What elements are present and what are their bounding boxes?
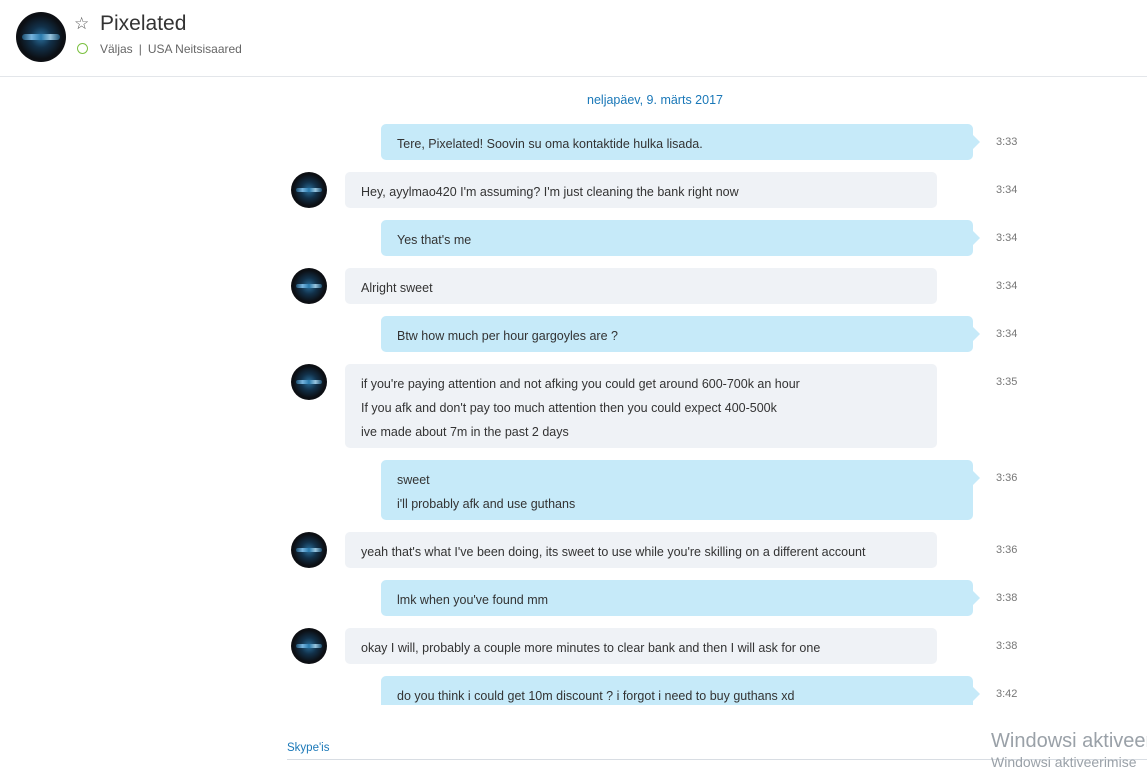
outgoing-message-bubble[interactable]: Yes that's me xyxy=(381,220,980,256)
message-timestamp: 3:38 xyxy=(996,640,1018,652)
outgoing-message-bubble[interactable]: lmk when you've found mm xyxy=(381,580,980,616)
outgoing-message-bubble[interactable]: Tere, Pixelated! Soovin su oma kontaktid… xyxy=(381,124,980,160)
message-timestamp: 3:34 xyxy=(996,184,1018,196)
sender-avatar[interactable] xyxy=(291,532,327,568)
incoming-message-bubble[interactable]: okay I will, probably a couple more minu… xyxy=(345,628,937,664)
message-row: okay I will, probably a couple more minu… xyxy=(0,628,1147,664)
message-text: okay I will, probably a couple more minu… xyxy=(361,641,821,655)
message-text: yeah that's what I've been doing, its sw… xyxy=(361,545,866,559)
message-text: do you think i could get 10m discount ? … xyxy=(397,689,795,703)
skype-link[interactable]: Skype'is xyxy=(287,742,329,754)
message-timestamp: 3:33 xyxy=(996,136,1018,148)
message-timestamp: 3:34 xyxy=(996,328,1018,340)
message-row: Alright sweet 3:34 xyxy=(0,268,1147,304)
sender-avatar[interactable] xyxy=(291,628,327,664)
message-timestamp: 3:34 xyxy=(996,232,1018,244)
message-timestamp: 3:36 xyxy=(996,544,1018,556)
message-row: Btw how much per hour gargoyles are ? 3:3… xyxy=(0,316,1147,352)
message-timestamp: 3:38 xyxy=(996,592,1018,604)
message-row: Yes that's me 3:34 xyxy=(0,220,1147,256)
message-text: Tere, Pixelated! Soovin su oma kontaktid… xyxy=(397,137,703,151)
incoming-message-bubble[interactable]: Hey, ayylmao420 I'm assuming? I'm just c… xyxy=(345,172,937,208)
outgoing-message-bubble[interactable]: do you think i could get 10m discount ? … xyxy=(381,676,980,705)
date-separator: neljapäev, 9. märts 2017 xyxy=(587,93,723,107)
sender-avatar[interactable] xyxy=(291,268,327,304)
message-timestamp: 3:35 xyxy=(996,376,1018,388)
message-text: lmk when you've found mm xyxy=(397,593,549,607)
message-row: sweet i'll probably afk and use guthans 3:… xyxy=(0,460,1147,520)
message-row: Hey, ayylmao420 I'm assuming? I'm just c… xyxy=(0,172,1147,208)
windows-activation-watermark: Windowsi aktiveer Windowsi aktiveerimise xyxy=(991,729,1147,771)
message-text: Yes that's me xyxy=(397,233,472,247)
incoming-message-bubble[interactable]: Alright sweet xyxy=(345,268,937,304)
sender-avatar[interactable] xyxy=(291,364,327,400)
message-text: Btw how much per hour gargoyles are ? xyxy=(397,329,618,343)
watermark-line1: Windowsi aktiveer xyxy=(991,730,1147,752)
incoming-message-bubble[interactable]: yeah that's what I've been doing, its sw… xyxy=(345,532,937,568)
outgoing-message-bubble[interactable]: Btw how much per hour gargoyles are ? xyxy=(381,316,980,352)
message-row: yeah that's what I've been doing, its sw… xyxy=(0,532,1147,568)
message-row: Tere, Pixelated! Soovin su oma kontaktid… xyxy=(0,124,1147,160)
message-timestamp: 3:34 xyxy=(996,280,1018,292)
message-list[interactable]: neljapäev, 9. märts 2017 Tere, Pixelated… xyxy=(0,0,1147,705)
message-timestamp: 3:36 xyxy=(996,472,1018,484)
message-text: if you're paying attention and not afkin… xyxy=(361,377,800,391)
message-row: if you're paying attention and not afkin… xyxy=(0,364,1147,448)
message-text: i'll probably afk and use guthans xyxy=(397,497,576,511)
watermark-line2: Windowsi aktiveerimise xyxy=(991,754,1137,770)
message-row: lmk when you've found mm 3:38 xyxy=(0,580,1147,616)
sender-avatar[interactable] xyxy=(291,172,327,208)
message-text: Alright sweet xyxy=(361,281,433,295)
message-text: Hey, ayylmao420 I'm assuming? I'm just c… xyxy=(361,185,739,199)
outgoing-message-bubble[interactable]: sweet i'll probably afk and use guthans xyxy=(381,460,980,520)
message-timestamp: 3:42 xyxy=(996,688,1018,700)
incoming-message-bubble[interactable]: if you're paying attention and not afkin… xyxy=(345,364,937,448)
message-text: sweet xyxy=(397,473,430,487)
message-text: ive made about 7m in the past 2 days xyxy=(361,425,569,439)
message-text: If you afk and don't pay too much attent… xyxy=(361,401,777,415)
message-row: do you think i could get 10m discount ? … xyxy=(0,676,1147,705)
